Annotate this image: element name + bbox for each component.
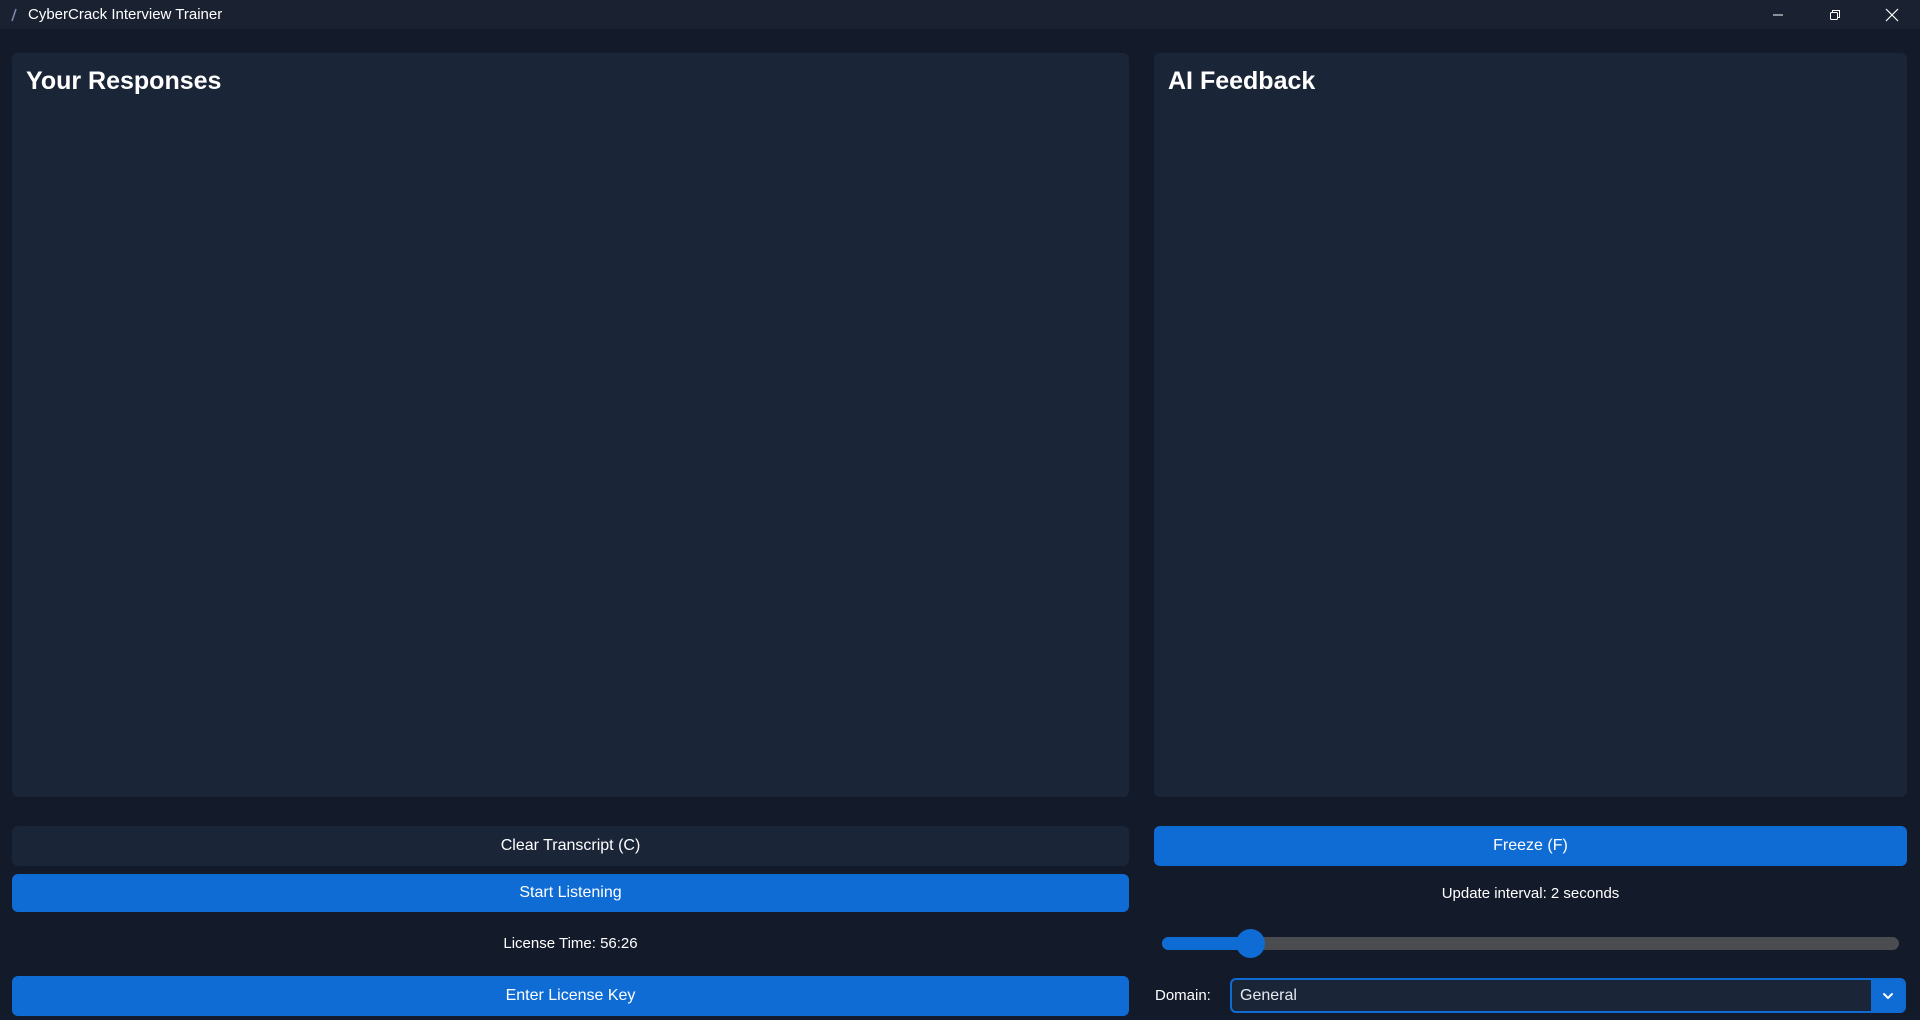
title-bar: CyberCrack Interview Trainer bbox=[0, 0, 1920, 29]
close-icon bbox=[1885, 8, 1898, 21]
responses-title: Your Responses bbox=[26, 67, 222, 95]
update-interval-label: Update interval: 2 seconds bbox=[1441, 885, 1620, 902]
slider-thumb[interactable] bbox=[1236, 929, 1266, 958]
license-time-label: License Time: 56:26 bbox=[503, 935, 638, 952]
chevron-down-icon bbox=[1882, 992, 1893, 999]
domain-select-value[interactable]: General bbox=[1232, 987, 1871, 1005]
window-title: CyberCrack Interview Trainer bbox=[28, 6, 223, 23]
slider-track[interactable] bbox=[1162, 937, 1899, 950]
restore-button[interactable] bbox=[1806, 0, 1863, 29]
feedback-title: AI Feedback bbox=[1168, 67, 1316, 95]
update-interval-slider[interactable] bbox=[1162, 929, 1899, 958]
domain-label: Domain: bbox=[1155, 987, 1211, 1004]
restore-icon bbox=[1829, 9, 1840, 20]
minimize-button[interactable] bbox=[1749, 0, 1806, 29]
app-icon bbox=[7, 7, 21, 23]
minimize-icon bbox=[1772, 14, 1783, 15]
enter-license-key-button[interactable]: Enter License Key bbox=[12, 976, 1129, 1016]
clear-transcript-button[interactable]: Clear Transcript (C) bbox=[12, 826, 1129, 866]
freeze-button[interactable]: Freeze (F) bbox=[1154, 826, 1907, 866]
feedback-panel[interactable]: AI Feedback bbox=[1154, 53, 1907, 797]
dropdown-button[interactable] bbox=[1871, 980, 1904, 1011]
start-listening-button[interactable]: Start Listening bbox=[12, 874, 1129, 912]
close-button[interactable] bbox=[1863, 0, 1920, 29]
domain-select[interactable]: General bbox=[1230, 978, 1906, 1013]
responses-panel[interactable]: Your Responses bbox=[12, 53, 1129, 797]
